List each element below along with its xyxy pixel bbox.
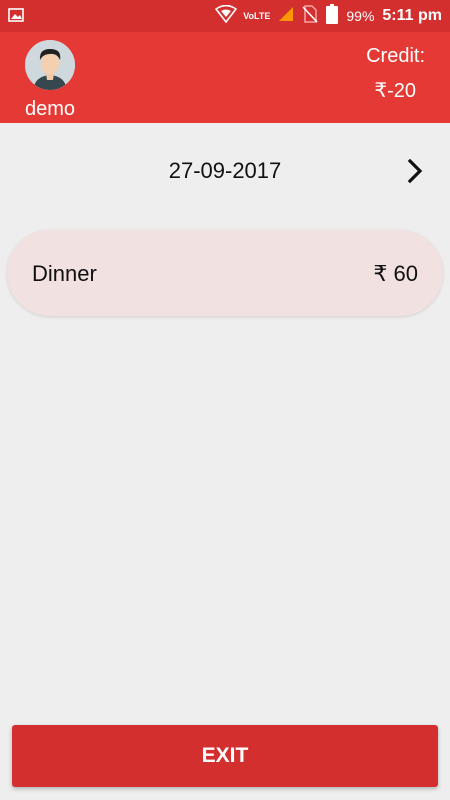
credit-value: ₹-20 [374,80,416,102]
app-bar: demo Credit: ₹-20 [0,32,450,123]
battery-icon [326,3,339,29]
wifi-hotspot-icon [215,4,238,28]
gallery-notification-icon [8,7,24,28]
meal-price: ₹ 60 [373,261,418,286]
date-navigator: 27-09-2017 [0,150,450,192]
volte-label: VoLTE [243,11,271,21]
chevron-right-icon [407,158,423,184]
signal-icon [278,6,294,27]
next-date-button[interactable] [400,156,430,186]
meal-item[interactable]: Dinner ₹ 60 [7,230,443,316]
avatar[interactable] [25,40,75,90]
no-sim-icon [302,4,318,28]
meal-name: Dinner [32,261,97,286]
status-bar: VoLTE 99% 5:11 pm [0,0,450,32]
status-icons: VoLTE 99% 5:11 pm [215,0,442,32]
selected-date: 27-09-2017 [168,158,282,183]
exit-button[interactable]: EXIT [12,725,438,787]
credit-label: Credit: [366,45,425,67]
clock: 5:11 pm [382,7,442,24]
username: demo [25,98,76,120]
battery-percent: 99% [346,8,375,24]
